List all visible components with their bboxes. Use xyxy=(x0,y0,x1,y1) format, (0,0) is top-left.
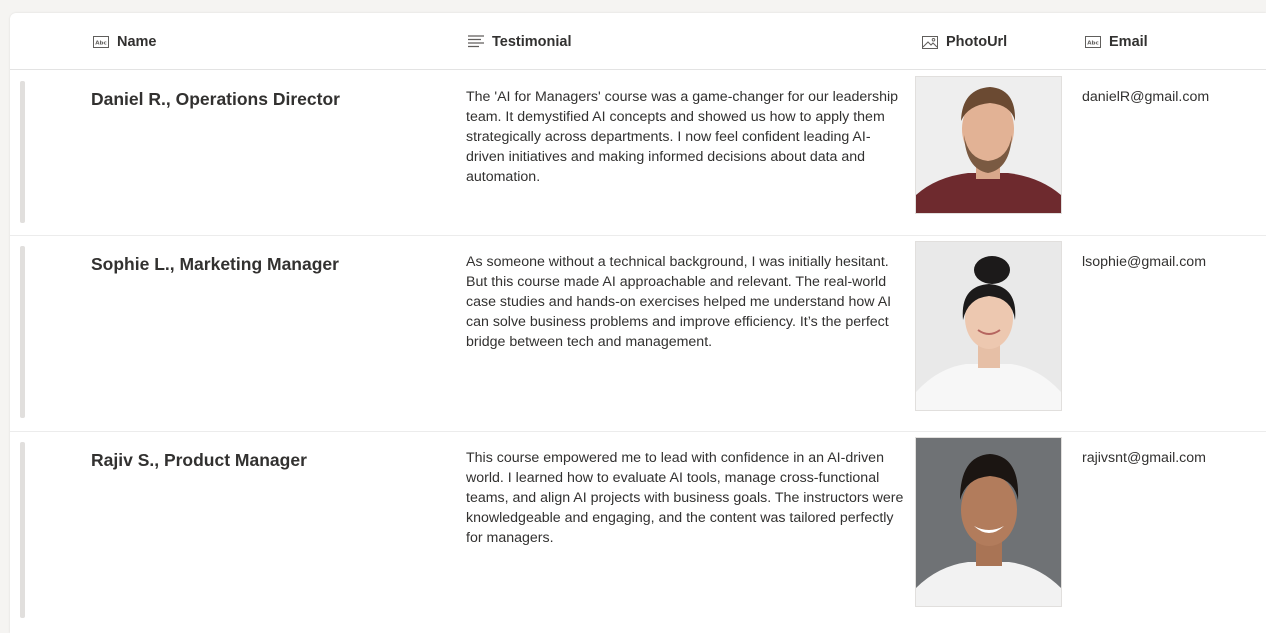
table-row[interactable]: Rajiv S., Product Manager This course em… xyxy=(10,432,1266,633)
person-photo xyxy=(916,77,1061,213)
row-selector-handle[interactable] xyxy=(20,81,25,223)
testimonial-cell[interactable]: This course empowered me to lead with co… xyxy=(466,448,906,548)
person-photo xyxy=(916,242,1061,410)
name-cell[interactable]: Rajiv S., Product Manager xyxy=(91,450,307,471)
table-row[interactable]: Sophie L., Marketing Manager As someone … xyxy=(10,236,1266,432)
column-header-photo[interactable]: PhotoUrl xyxy=(922,32,1007,52)
column-header-email[interactable]: Abc Email xyxy=(1085,32,1148,52)
column-header-label: Testimonial xyxy=(492,34,572,50)
column-header-name[interactable]: Abc Name xyxy=(93,32,157,52)
svg-text:Abc: Abc xyxy=(95,41,106,47)
row-selector-handle[interactable] xyxy=(20,442,25,618)
email-cell[interactable]: danielR@gmail.com xyxy=(1082,89,1209,105)
email-cell[interactable]: rajivsnt@gmail.com xyxy=(1082,450,1206,466)
table-row[interactable]: Daniel R., Operations Director The 'AI f… xyxy=(10,70,1266,236)
multiline-text-icon xyxy=(468,35,484,49)
name-cell[interactable]: Daniel R., Operations Director xyxy=(91,89,340,110)
column-header-label: PhotoUrl xyxy=(946,34,1008,50)
data-grid: Abc Name Testimonial PhotoUrl Abc Email … xyxy=(10,13,1266,633)
row-selector-handle[interactable] xyxy=(20,246,25,418)
email-cell[interactable]: lsophie@gmail.com xyxy=(1082,254,1206,270)
testimonial-cell[interactable]: The 'AI for Managers' course was a game-… xyxy=(466,87,906,187)
name-cell[interactable]: Sophie L., Marketing Manager xyxy=(91,254,339,275)
column-header-label: Name xyxy=(117,34,157,50)
photo-cell[interactable] xyxy=(915,76,1062,214)
column-header-label: Email xyxy=(1109,34,1148,50)
person-photo xyxy=(916,438,1061,606)
image-icon xyxy=(922,35,938,49)
text-field-icon: Abc xyxy=(1085,36,1101,48)
text-field-icon: Abc xyxy=(93,36,109,48)
column-header-testimonial[interactable]: Testimonial xyxy=(468,32,572,52)
svg-text:Abc: Abc xyxy=(1087,41,1098,47)
testimonial-cell[interactable]: As someone without a technical backgroun… xyxy=(466,252,906,352)
grid-header: Abc Name Testimonial PhotoUrl Abc Email xyxy=(10,13,1266,70)
photo-cell[interactable] xyxy=(915,437,1062,607)
photo-cell[interactable] xyxy=(915,241,1062,411)
